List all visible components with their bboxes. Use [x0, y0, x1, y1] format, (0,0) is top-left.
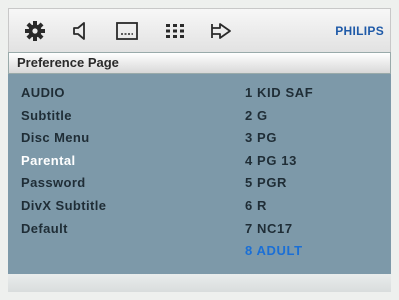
option-pgr[interactable]: 5 PGR	[245, 172, 313, 195]
settings-panel: AUDIO Subtitle Disc Menu Parental Passwo…	[8, 74, 391, 274]
page-title: Preference Page	[17, 55, 119, 70]
bottom-strip	[8, 274, 391, 292]
menu-item-divx-subtitle[interactable]: DivX Subtitle	[21, 195, 106, 218]
page-header: Preference Page	[8, 52, 391, 74]
settings-menu: AUDIO Subtitle Disc Menu Parental Passwo…	[21, 82, 106, 240]
menu-item-subtitle[interactable]: Subtitle	[21, 105, 106, 128]
grid-icon[interactable]	[161, 18, 189, 44]
menu-item-audio[interactable]: AUDIO	[21, 82, 106, 105]
arrow-right-icon[interactable]	[207, 18, 235, 44]
option-kid-saf[interactable]: 1 KID SAF	[245, 82, 313, 105]
menu-item-default[interactable]: Default	[21, 218, 106, 241]
option-r[interactable]: 6 R	[245, 195, 313, 218]
option-pg[interactable]: 3 PG	[245, 127, 313, 150]
subtitle-icon[interactable]	[113, 18, 141, 44]
menu-item-password[interactable]: Password	[21, 172, 106, 195]
option-nc17[interactable]: 7 NC17	[245, 218, 313, 241]
gear-icon[interactable]	[21, 18, 49, 44]
menu-item-disc-menu[interactable]: Disc Menu	[21, 127, 106, 150]
option-pg13[interactable]: 4 PG 13	[245, 150, 313, 173]
brand-logo: PHILIPS	[335, 24, 384, 38]
option-g[interactable]: 2 G	[245, 105, 313, 128]
option-adult[interactable]: 8 ADULT	[245, 240, 313, 263]
top-toolbar: PHILIPS	[8, 8, 391, 52]
parental-options: 1 KID SAF 2 G 3 PG 4 PG 13 5 PGR 6 R 7 N…	[245, 82, 313, 263]
menu-item-parental[interactable]: Parental	[21, 150, 106, 173]
speaker-icon[interactable]	[67, 18, 95, 44]
